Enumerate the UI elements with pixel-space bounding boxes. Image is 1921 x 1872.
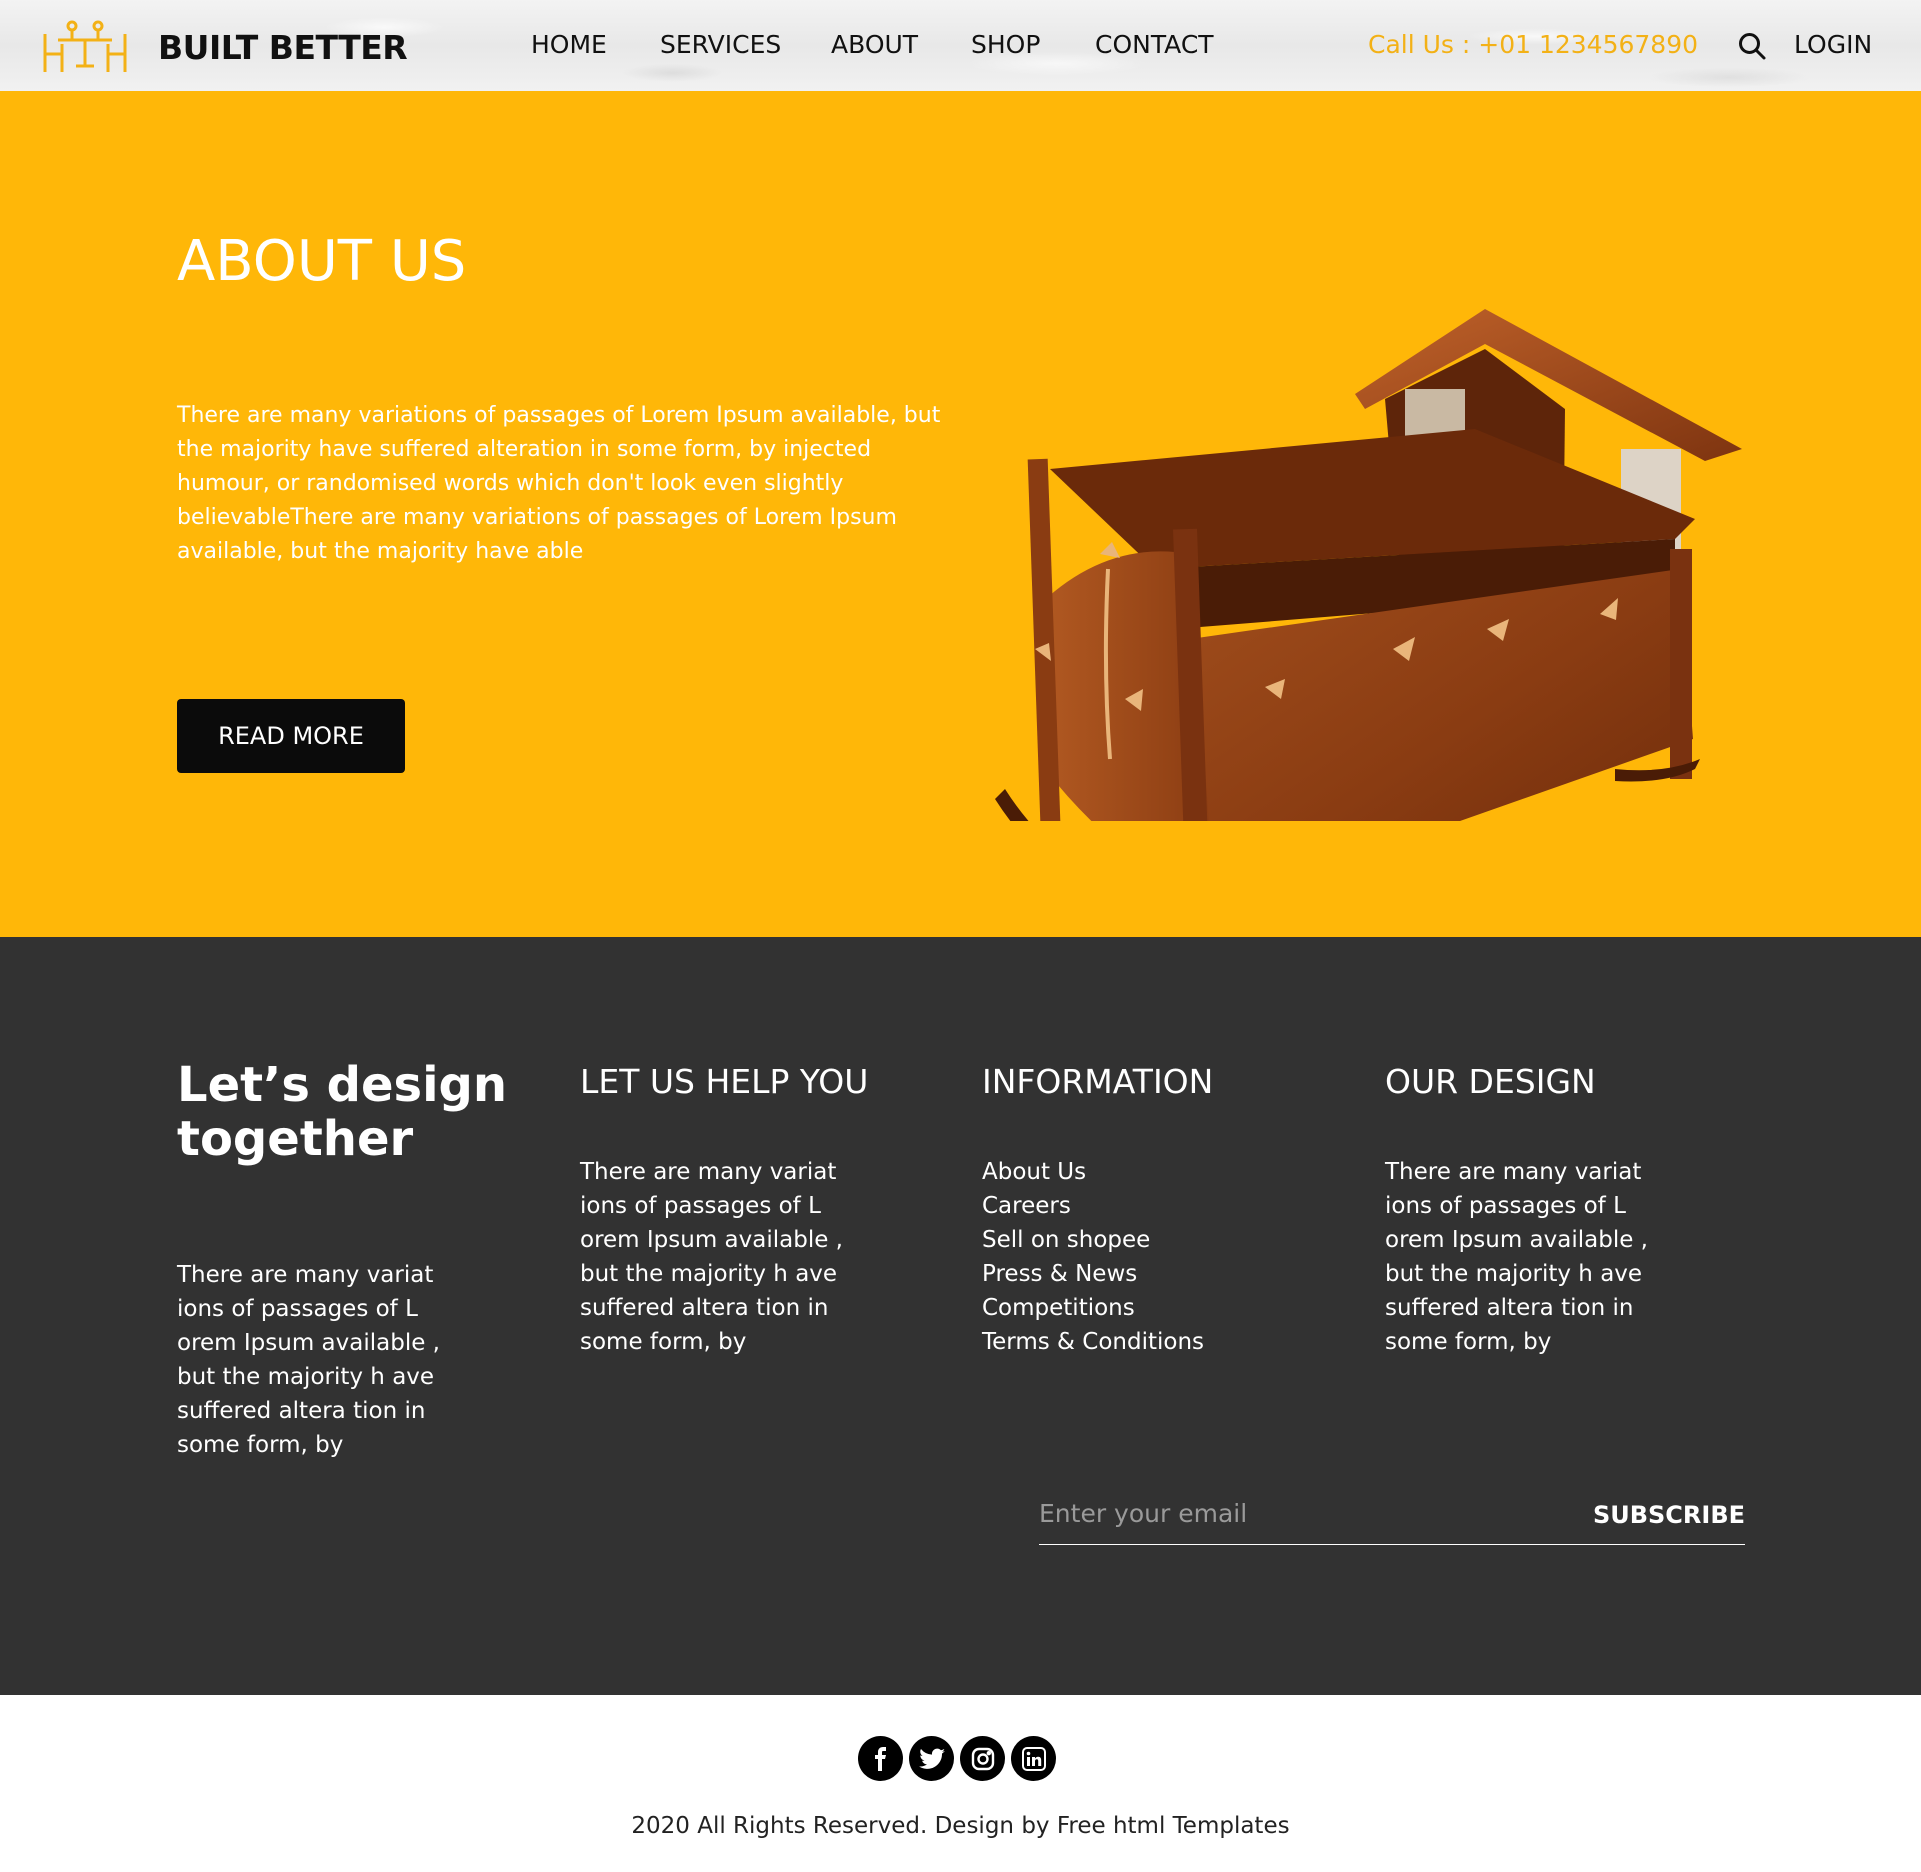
login-link[interactable]: LOGIN [1794, 30, 1872, 59]
cradle-image [995, 309, 1742, 821]
brand-name[interactable]: BUILT BETTER [158, 28, 408, 67]
link-about-us[interactable]: About Us [982, 1155, 1204, 1189]
copyright-text: 2020 All Rights Reserved. Design by Free… [631, 1813, 1290, 1839]
design-text: There are many variat ions of passages o… [1385, 1159, 1648, 1355]
link-terms-conditions[interactable]: Terms & Conditions [982, 1325, 1204, 1359]
help-column: LET US HELP YOU [580, 1062, 868, 1101]
site-footer [0, 1695, 1921, 1872]
design-title: OUR DESIGN [1385, 1062, 1596, 1101]
subscribe-form: SUBSCRIBE [1039, 1487, 1745, 1545]
design-column: OUR DESIGN [1385, 1062, 1596, 1101]
nav-about[interactable]: ABOUT [831, 30, 918, 59]
page-title: ABOUT US [177, 229, 467, 294]
help-text: There are many variat ions of passages o… [580, 1159, 843, 1355]
about-hero: ABOUT US There are many variations of pa… [0, 91, 1921, 937]
instagram-icon[interactable] [960, 1736, 1005, 1781]
hero-description: There are many variations of passages of… [177, 403, 941, 564]
read-more-button[interactable]: READ MORE [177, 699, 405, 773]
information-column: INFORMATION [982, 1062, 1213, 1101]
link-press-news[interactable]: Press & News [982, 1257, 1204, 1291]
help-title: LET US HELP YOU [580, 1062, 869, 1101]
email-input[interactable] [1039, 1493, 1559, 1533]
tagline-heading: Let’s design together [177, 1057, 508, 1167]
facebook-icon[interactable] [858, 1736, 903, 1781]
social-links [858, 1736, 1056, 1781]
nav-contact[interactable]: CONTACT [1095, 30, 1214, 59]
information-links: About Us Careers Sell on shopee Press & … [982, 1155, 1204, 1359]
tagline-text: There are many variat ions of passages o… [177, 1262, 440, 1458]
nav-shop[interactable]: SHOP [971, 30, 1040, 59]
call-us-text: Call Us : +01 1234567890 [1368, 30, 1699, 59]
site-header: BUILT BETTER HOME SERVICES ABOUT SHOP CO… [0, 0, 1921, 91]
subscribe-button[interactable]: SUBSCRIBE [1593, 1501, 1745, 1529]
link-sell-on-shopee[interactable]: Sell on shopee [982, 1223, 1204, 1257]
nav-services[interactable]: SERVICES [660, 30, 781, 59]
nav-home[interactable]: HOME [531, 30, 607, 59]
link-careers[interactable]: Careers [982, 1189, 1204, 1223]
information-title: INFORMATION [982, 1062, 1214, 1101]
link-competitions[interactable]: Competitions [982, 1291, 1204, 1325]
search-icon[interactable] [1736, 30, 1768, 62]
linkedin-icon[interactable] [1011, 1736, 1056, 1781]
twitter-icon[interactable] [909, 1736, 954, 1781]
logo-icon[interactable] [42, 14, 128, 76]
